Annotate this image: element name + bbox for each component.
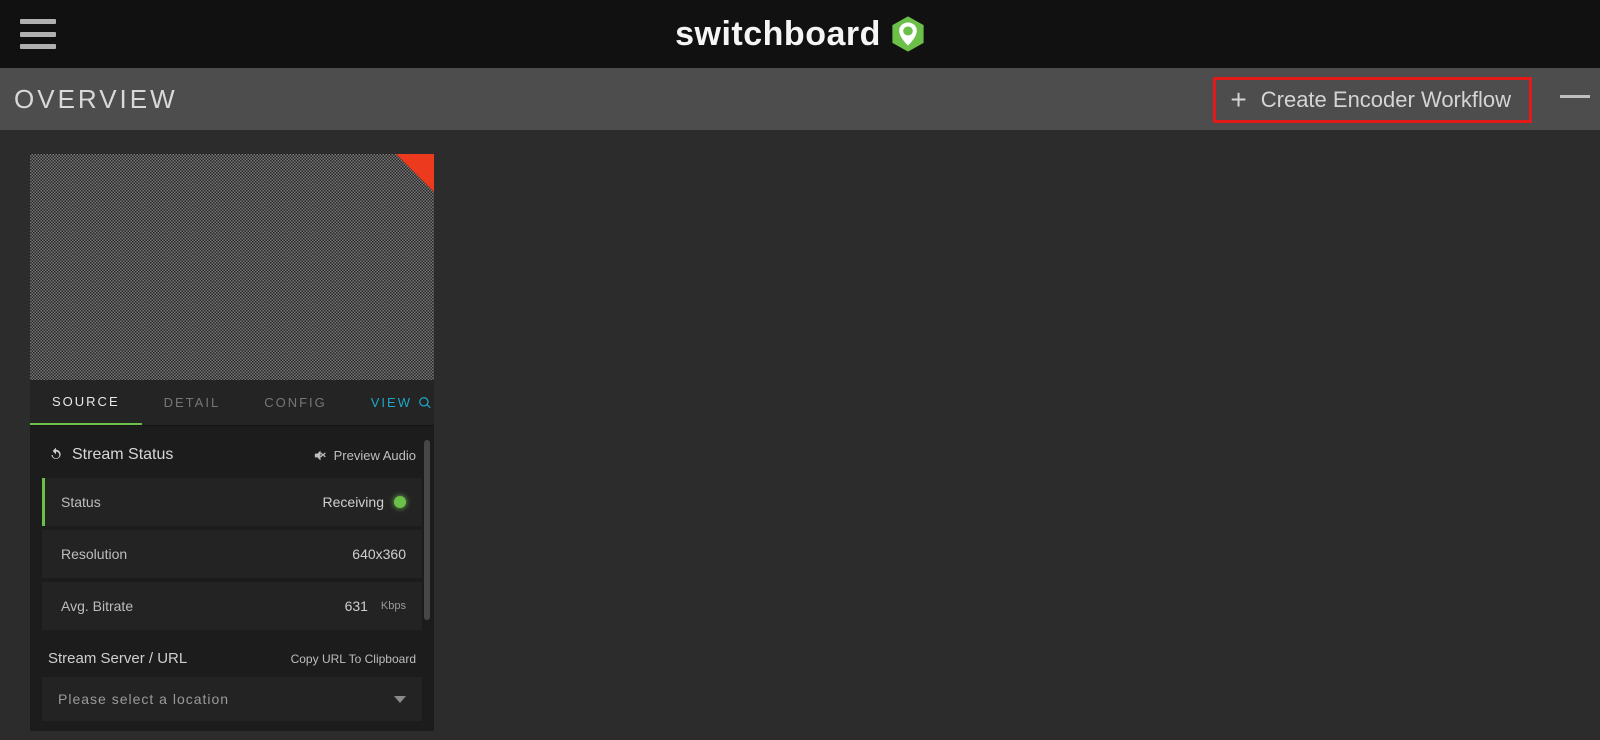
plus-icon: +	[1230, 86, 1246, 114]
tab-view-label: VIEW	[371, 395, 412, 410]
audio-muted-icon	[313, 448, 328, 463]
search-icon	[418, 396, 432, 410]
stream-status-header: Stream Status Preview Audio	[42, 440, 422, 478]
tab-source-label: SOURCE	[52, 394, 120, 409]
source-panel: Stream Status Preview Audio Status Recei…	[30, 426, 434, 731]
brand: switchboard	[675, 15, 925, 54]
page-title: OVERVIEW	[14, 84, 178, 115]
bitrate-value: 631	[345, 598, 368, 614]
stream-server-heading: Stream Server / URL	[48, 650, 187, 667]
status-dot-icon	[394, 496, 406, 508]
tab-source[interactable]: SOURCE	[30, 380, 142, 425]
app-topbar: switchboard	[0, 0, 1600, 68]
chevron-down-icon	[394, 696, 406, 703]
status-row: Status Receiving	[42, 478, 422, 526]
tab-detail[interactable]: DETAIL	[142, 380, 243, 425]
bitrate-row: Avg. Bitrate 631 Kbps	[42, 582, 422, 630]
copy-url-button[interactable]: Copy URL To Clipboard	[291, 652, 416, 666]
encoder-card: SOURCE DETAIL CONFIG VIEW	[30, 154, 434, 731]
location-select[interactable]: Please select a location	[42, 677, 422, 721]
refresh-icon	[48, 447, 64, 463]
card-tabs: SOURCE DETAIL CONFIG VIEW	[30, 380, 434, 426]
create-encoder-workflow-button[interactable]: + Create Encoder Workflow	[1213, 77, 1532, 123]
brand-name: switchboard	[675, 15, 881, 54]
bitrate-label: Avg. Bitrate	[61, 598, 133, 614]
preview-audio-button[interactable]: Preview Audio	[313, 448, 416, 463]
collapse-icon[interactable]	[1560, 95, 1590, 98]
stream-server-header: Stream Server / URL Copy URL To Clipboar…	[42, 634, 422, 677]
tab-detail-label: DETAIL	[164, 395, 221, 410]
resolution-value: 640x360	[352, 546, 406, 562]
status-label: Status	[61, 494, 101, 510]
menu-hamburger-icon[interactable]	[20, 19, 56, 49]
create-encoder-workflow-label: Create Encoder Workflow	[1261, 87, 1511, 113]
stream-preview[interactable]	[30, 154, 434, 380]
bitrate-unit: Kbps	[381, 600, 406, 612]
brand-logo-icon	[891, 15, 925, 53]
preview-audio-label: Preview Audio	[334, 448, 416, 463]
status-value: Receiving	[323, 494, 384, 510]
location-select-placeholder: Please select a location	[58, 691, 229, 707]
resolution-row: Resolution 640x360	[42, 530, 422, 578]
stream-status-heading: Stream Status	[72, 446, 173, 464]
overview-bar: OVERVIEW + Create Encoder Workflow	[0, 68, 1600, 130]
status-corner-icon	[396, 154, 434, 192]
resolution-label: Resolution	[61, 546, 127, 562]
workspace: SOURCE DETAIL CONFIG VIEW	[0, 130, 1600, 740]
tab-config-label: CONFIG	[264, 395, 327, 410]
tab-view[interactable]: VIEW	[349, 380, 454, 425]
tab-config[interactable]: CONFIG	[242, 380, 349, 425]
